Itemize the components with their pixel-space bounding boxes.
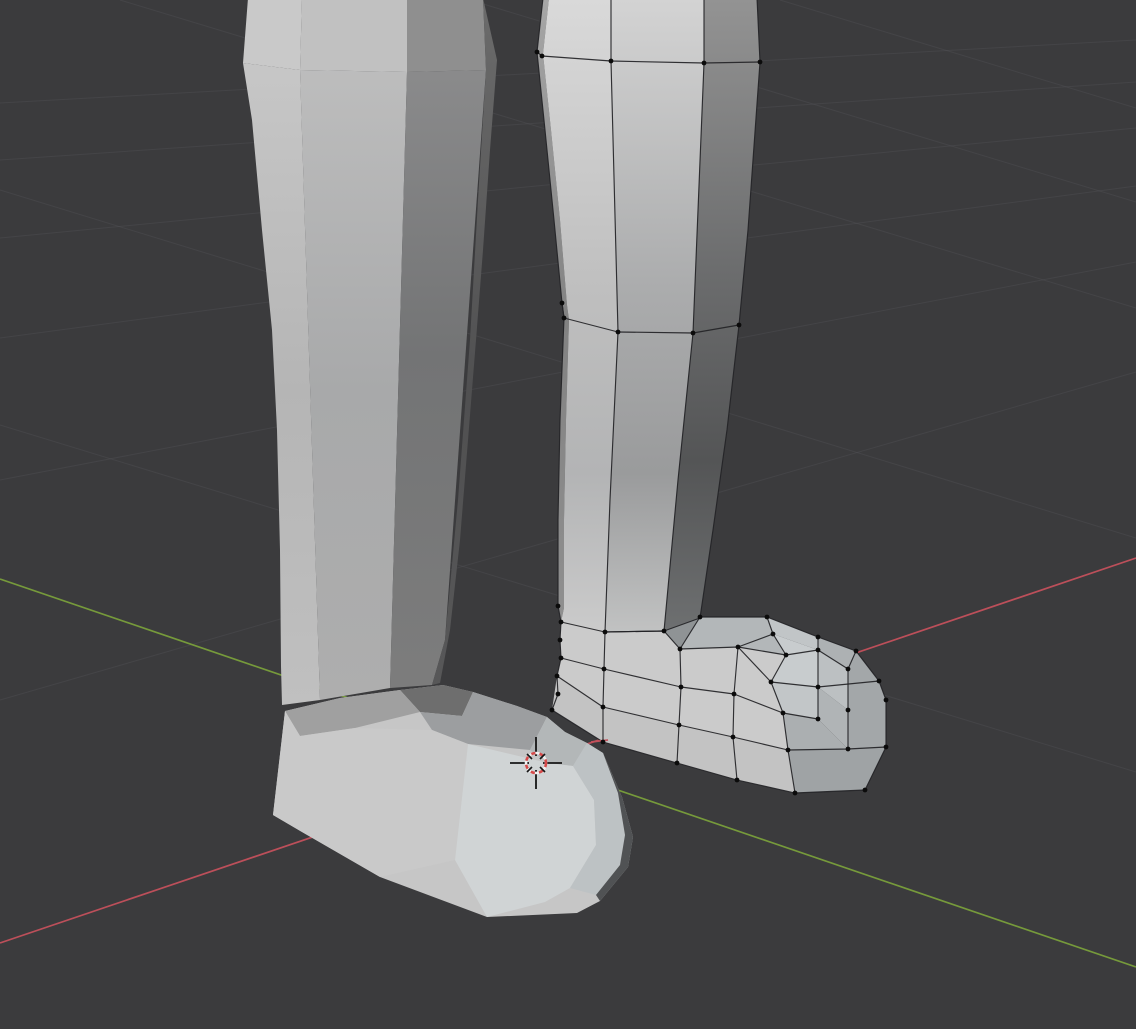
- character-right-leg-mesh-edit[interactable]: [537, 0, 760, 632]
- blender-viewport-window: [0, 0, 1136, 1029]
- character-left-leg-mesh[interactable]: [243, 0, 497, 705]
- 3d-viewport[interactable]: [0, 0, 1136, 1029]
